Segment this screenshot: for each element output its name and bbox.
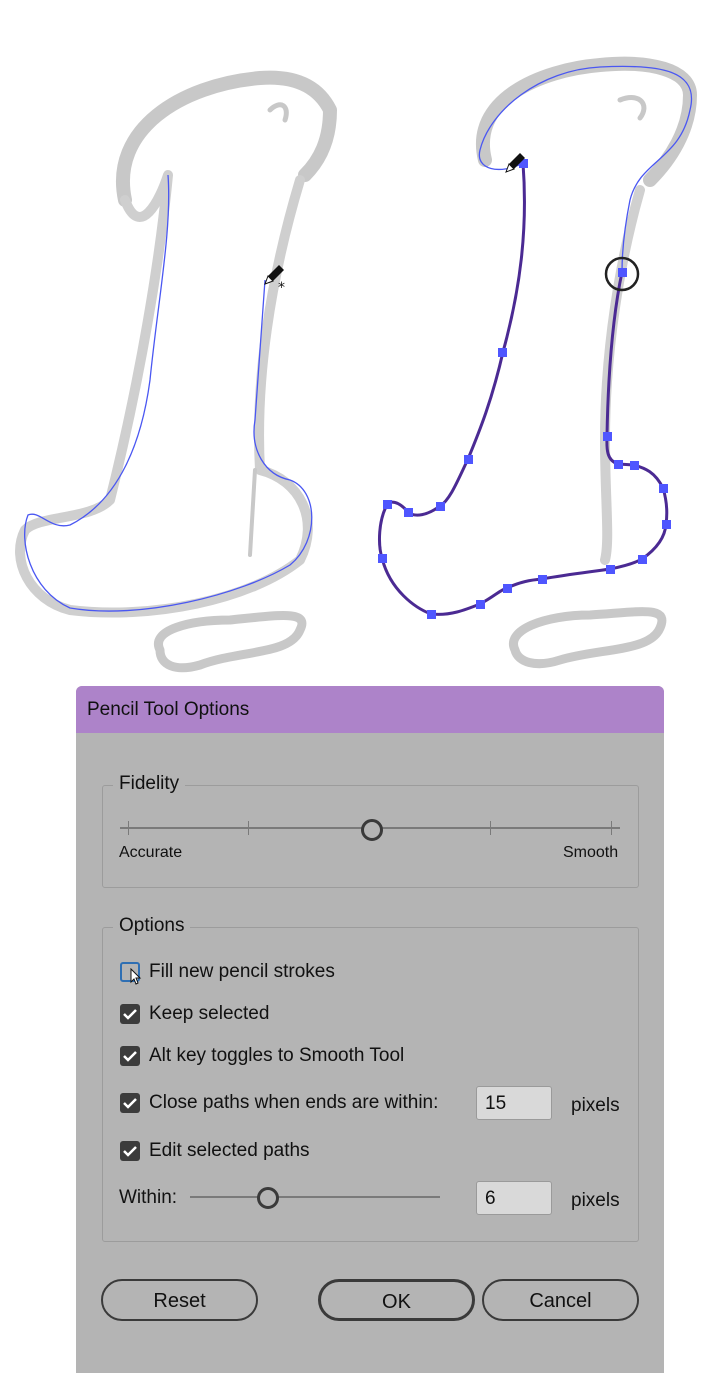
cancel-button-label: Cancel [529, 1290, 592, 1312]
close-paths-distance-value: 15 [485, 1093, 507, 1114]
checkmark-icon [123, 1051, 137, 1062]
fidelity-tick [611, 821, 612, 835]
keep-selected-checkbox[interactable] [120, 1004, 140, 1024]
fidelity-max-label: Smooth [563, 844, 619, 861]
pencil-tool-options-dialog: Pencil Tool Options Fidelity Accurate Sm… [76, 686, 664, 1373]
cancel-button[interactable]: Cancel [482, 1279, 639, 1321]
left-sketch [15, 70, 337, 673]
within-slider-track[interactable] [190, 1196, 440, 1198]
pencil-drawing-illustration: * [15, 56, 697, 673]
fidelity-tick [128, 821, 129, 835]
dialog-titlebar: Pencil Tool Options [76, 686, 664, 733]
reset-button-label: Reset [153, 1290, 206, 1312]
edit-selected-label: Edit selected paths [149, 1140, 310, 1161]
fidelity-min-label: Accurate [119, 844, 183, 861]
keep-selected-label: Keep selected [149, 1003, 270, 1024]
svg-text:*: * [278, 280, 285, 296]
fidelity-slider-knob[interactable] [361, 819, 383, 841]
right-selected-path [378, 162, 669, 616]
alt-toggles-label: Alt key toggles to Smooth Tool [149, 1045, 405, 1066]
left-drawn-path [24, 174, 313, 612]
options-legend: Options [113, 915, 191, 937]
alt-toggles-checkbox[interactable] [120, 1046, 140, 1066]
fidelity-tick [248, 821, 249, 835]
fill-new-strokes-label: Fill new pencil strokes [149, 961, 335, 982]
edit-selected-checkbox[interactable] [120, 1141, 140, 1161]
close-paths-distance-input[interactable]: 15 [476, 1086, 552, 1120]
within-unit: pixels [571, 1190, 620, 1211]
within-distance-value: 6 [485, 1188, 496, 1209]
checkmark-icon [123, 1009, 137, 1020]
within-distance-input[interactable]: 6 [476, 1181, 552, 1215]
checkmark-icon [123, 1098, 137, 1109]
close-paths-unit: pixels [571, 1095, 620, 1116]
reset-button[interactable]: Reset [101, 1279, 258, 1321]
fidelity-legend: Fidelity [113, 773, 186, 795]
within-label: Within: [119, 1187, 178, 1208]
dialog-title: Pencil Tool Options [87, 699, 250, 720]
checkmark-icon [123, 1146, 137, 1157]
ok-button[interactable]: OK [318, 1279, 475, 1321]
close-paths-label: Close paths when ends are within: [149, 1092, 439, 1113]
fidelity-tick [490, 821, 491, 835]
within-slider-knob[interactable] [257, 1187, 279, 1209]
ok-button-label: OK [382, 1291, 411, 1313]
pointer-cursor-icon [130, 968, 142, 985]
close-paths-checkbox[interactable] [120, 1093, 140, 1113]
